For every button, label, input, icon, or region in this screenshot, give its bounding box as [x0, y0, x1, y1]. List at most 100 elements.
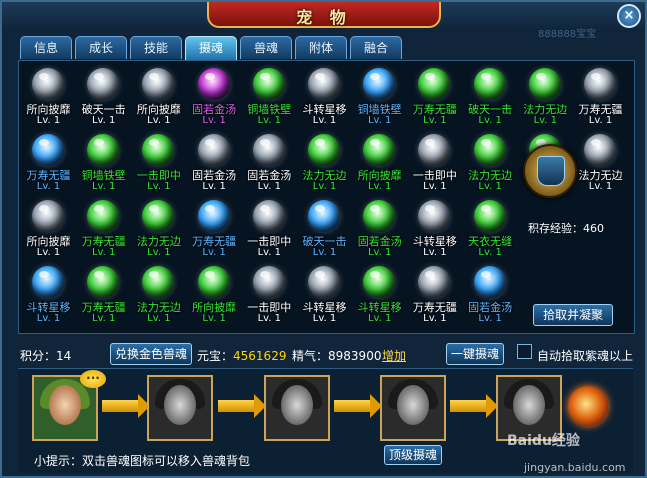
- tab-growth[interactable]: 成长: [75, 36, 127, 59]
- soul-slot[interactable]: 法力无边 Lv. 1: [518, 66, 573, 130]
- tab-info[interactable]: 信息: [20, 36, 72, 59]
- soul-slot[interactable]: 斗转星移 Lv. 1: [297, 66, 352, 130]
- green-soul-orb-icon: [363, 200, 396, 232]
- soul-slot[interactable]: 斗转星移 Lv. 1: [21, 264, 76, 328]
- soul-slot[interactable]: 万寿无疆 Lv. 1: [21, 132, 76, 196]
- one-key-capture-button[interactable]: 一键摄魂: [446, 343, 504, 365]
- essence-value: 8983900: [328, 349, 382, 363]
- yuanbao-value: 4561629: [233, 349, 287, 363]
- swirl-icon: [568, 386, 608, 426]
- speech-bubble-icon: ···: [80, 370, 106, 388]
- soul-level: Lv. 1: [36, 313, 61, 324]
- soul-level: Lv. 1: [202, 247, 226, 258]
- exchange-gold-soul-button[interactable]: 兑换金色兽魂: [110, 343, 192, 365]
- soul-slot[interactable]: 斗转星移 Lv. 1: [352, 264, 407, 328]
- white-soul-orb-icon: [418, 134, 451, 166]
- portrait-face: [513, 385, 545, 425]
- auto-pick-checkbox[interactable]: [517, 344, 532, 359]
- soul-slot[interactable]: 斗转星移 Lv. 1: [297, 264, 352, 328]
- soul-slot[interactable]: 铜墙铁壁Lv. 1: [242, 66, 297, 130]
- soul-slot[interactable]: 法力无边 Lv. 1: [131, 198, 186, 262]
- green-soul-orb-icon: [528, 68, 561, 100]
- tab-fusion[interactable]: 融合: [350, 36, 402, 59]
- blue-soul-orb-icon: [197, 200, 230, 232]
- soul-slot[interactable]: 固若金汤 Lv. 1: [187, 66, 242, 130]
- add-essence-link[interactable]: 增加: [382, 347, 406, 364]
- soul-slot[interactable]: 天衣无缝 Lv. 1: [463, 198, 518, 262]
- green-soul-orb-icon: [197, 266, 230, 298]
- soul-slot[interactable]: 斗转星移 Lv. 1: [407, 198, 462, 262]
- soul-slot[interactable]: 固若金汤 Lv. 1: [187, 132, 242, 196]
- white-soul-orb-icon: [418, 200, 451, 232]
- soul-slot[interactable]: 法力无边 Lv. 1: [131, 264, 186, 328]
- tab-possession[interactable]: 附体: [295, 36, 347, 59]
- tab-beast-soul[interactable]: 兽魂: [240, 36, 292, 59]
- yuanbao-label: 元宝：: [197, 349, 234, 363]
- pet-portrait-stage-4[interactable]: [380, 375, 446, 441]
- blue-soul-orb-icon: [473, 266, 506, 298]
- soul-level: Lv. 1: [36, 247, 61, 258]
- soul-slot[interactable]: 万寿无疆 Lv. 1: [76, 264, 131, 328]
- soul-slot[interactable]: 一击即中 Lv. 1: [131, 132, 186, 196]
- pet-portrait-stage-2[interactable]: [147, 375, 213, 441]
- soul-slot[interactable]: 固若金汤 Lv. 1: [352, 198, 407, 262]
- soul-level: Lv. 1: [257, 181, 282, 192]
- white-soul-orb-icon: [142, 68, 175, 100]
- soul-slot[interactable]: 铜墙铁壁Lv. 1: [76, 132, 131, 196]
- soul-slot[interactable]: 所向披靡 Lv. 1: [352, 132, 407, 196]
- soul-slot[interactable]: 法力无边 Lv. 1: [463, 132, 518, 196]
- green-soul-orb-icon: [142, 200, 175, 232]
- soul-slot[interactable]: 固若金汤 Lv. 1: [242, 132, 297, 196]
- soul-slot[interactable]: 破天一击 Lv. 1: [297, 198, 352, 262]
- essence-label: 精气：: [292, 349, 329, 363]
- top-capture-button[interactable]: 顶级摄魂: [384, 445, 442, 465]
- soul-level: Lv. 1: [478, 115, 502, 126]
- soul-level: Lv. 1: [91, 181, 116, 192]
- white-soul-orb-icon: [32, 200, 64, 232]
- soul-slot[interactable]: 固若金汤 Lv. 1: [463, 264, 518, 328]
- soul-slot[interactable]: 万寿无疆 Lv. 1: [407, 264, 462, 328]
- soul-level: Lv. 1: [312, 247, 337, 258]
- arrow-right-icon: [218, 394, 266, 418]
- soul-level: Lv. 1: [367, 115, 392, 126]
- title-bar: 宠 物 888888宝宝 ×: [2, 2, 645, 40]
- soul-slot[interactable]: 万寿无疆 Lv. 1: [407, 66, 462, 130]
- soul-slot[interactable]: 所向披靡 Lv. 1: [187, 264, 242, 328]
- close-button[interactable]: ×: [617, 4, 641, 28]
- soul-level: Lv. 1: [147, 115, 171, 126]
- soul-slot[interactable]: 所向披靡 Lv. 1: [21, 198, 76, 262]
- purple-soul-orb-icon: [197, 68, 230, 100]
- hint-text: 小提示：双击兽魂图标可以移入兽魂背包: [34, 454, 251, 468]
- soul-slot[interactable]: 万寿无疆 Lv. 1: [573, 66, 628, 130]
- pet-window: 宠 物 888888宝宝 × 信息 成长 技能 摄魂 兽魂 附体 融合 所向披靡…: [0, 0, 647, 478]
- soul-slot[interactable]: 破天一击 Lv. 1: [463, 66, 518, 130]
- green-soul-orb-icon: [87, 266, 120, 298]
- soul-slot[interactable]: 一击即中 Lv. 1: [407, 132, 462, 196]
- soul-slot[interactable]: 万寿无疆 Lv. 1: [187, 198, 242, 262]
- soul-slot[interactable]: 所向披靡 Lv. 1: [21, 66, 76, 130]
- tab-skills[interactable]: 技能: [130, 36, 182, 59]
- soul-slot[interactable]: 所向披靡 Lv. 1: [131, 66, 186, 130]
- soul-level: Lv. 1: [257, 313, 282, 324]
- pet-portrait-stage-3[interactable]: [264, 375, 330, 441]
- top-watermark: 888888宝宝: [538, 29, 597, 40]
- soul-slot[interactable]: 万寿无疆 Lv. 1: [76, 198, 131, 262]
- white-soul-orb-icon: [87, 68, 120, 100]
- soul-level: Lv. 1: [257, 247, 282, 258]
- soul-slot[interactable]: 铜墙铁壁Lv. 1: [352, 66, 407, 130]
- soul-slot[interactable]: 法力无边 Lv. 1: [573, 132, 628, 196]
- soul-level: Lv. 1: [91, 115, 116, 126]
- arrow-right-icon: [102, 394, 150, 418]
- soul-slot[interactable]: 一击即中 Lv. 1: [242, 264, 297, 328]
- extract-button[interactable]: 拾取并凝聚: [533, 304, 613, 326]
- tab-soul-capture[interactable]: 摄魂: [185, 36, 237, 61]
- blue-soul-orb-icon: [308, 200, 340, 232]
- soul-level: Lv. 1: [91, 247, 116, 258]
- soul-slot[interactable]: 一击即中 Lv. 1: [242, 198, 297, 262]
- soul-slot[interactable]: 破天一击 Lv. 1: [76, 66, 131, 130]
- stored-exp: 积存经验：460: [528, 220, 604, 236]
- soul-slot[interactable]: 法力无边 Lv. 1: [297, 132, 352, 196]
- soul-level: Lv. 1: [367, 181, 392, 192]
- cauldron-icon[interactable]: [523, 144, 577, 198]
- arrow-right-icon: [334, 394, 382, 418]
